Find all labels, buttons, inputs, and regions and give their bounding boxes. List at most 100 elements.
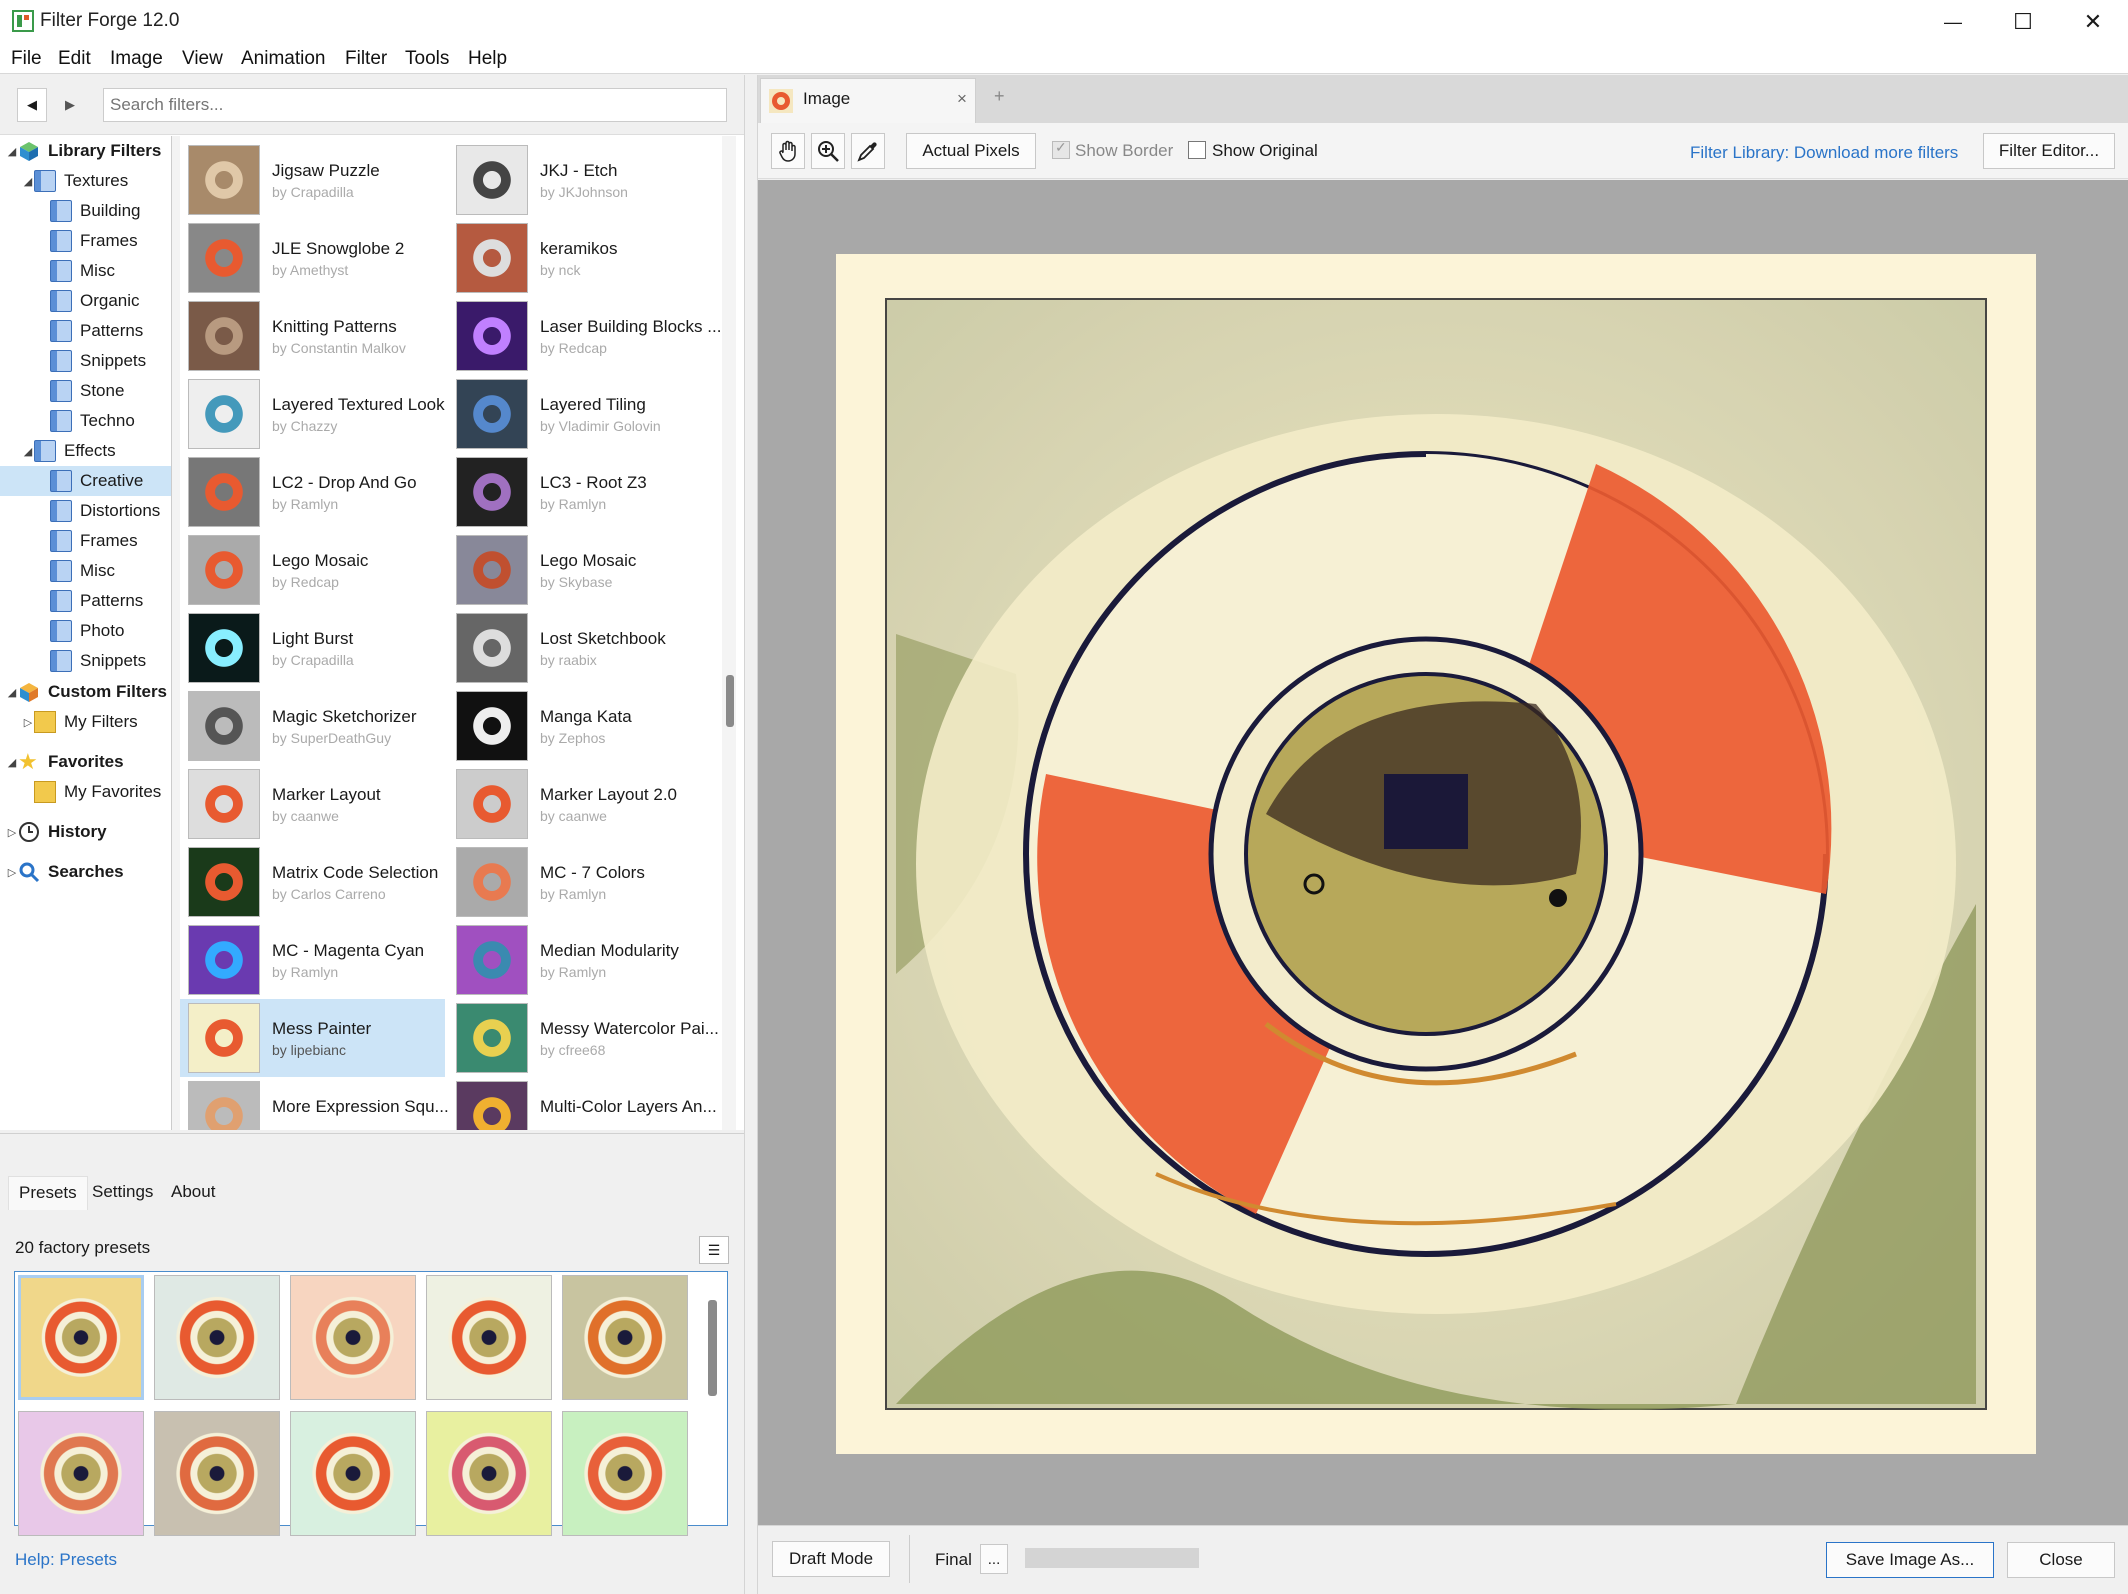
tree-item-building[interactable]: Building xyxy=(50,196,141,226)
actual-pixels-button[interactable]: Actual Pixels xyxy=(906,133,1036,169)
filter-item[interactable]: Layered Tiling by Vladimir Golovin xyxy=(448,375,713,453)
menu-image[interactable]: Image xyxy=(110,48,163,70)
search-filters-input[interactable] xyxy=(103,88,727,122)
preset-thumbnail[interactable] xyxy=(290,1275,416,1400)
collapse-arrow-icon[interactable]: ◢ xyxy=(22,445,34,458)
filter-item[interactable]: More Expression Squ... xyxy=(180,1077,449,1130)
minimize-button[interactable]: — xyxy=(1918,0,1988,44)
filter-item[interactable]: JKJ - Etch by JKJohnson xyxy=(448,141,713,219)
draft-mode-button[interactable]: Draft Mode xyxy=(772,1541,890,1577)
preview-image[interactable] xyxy=(836,254,2036,1454)
filter-item[interactable]: Multi-Color Layers An... xyxy=(448,1077,717,1130)
preset-thumbnail[interactable] xyxy=(562,1275,688,1400)
tree-history[interactable]: ▷ History xyxy=(6,817,107,847)
filter-item[interactable]: Lego Mosaic by Redcap xyxy=(180,531,445,609)
tab-settings[interactable]: Settings xyxy=(82,1176,163,1210)
filter-item[interactable]: Marker Layout by caanwe xyxy=(180,765,445,843)
collapse-arrow-icon[interactable]: ◢ xyxy=(6,756,18,769)
tab-about[interactable]: About xyxy=(161,1176,225,1210)
back-button[interactable]: ◀ xyxy=(17,88,47,122)
filter-item[interactable]: Knitting Patterns by Constantin Malkov xyxy=(180,297,445,375)
eyedropper-tool-button[interactable] xyxy=(851,133,885,169)
tree-custom-filters[interactable]: ◢ Custom Filters xyxy=(6,677,167,707)
tree-my-favorites[interactable]: My Favorites xyxy=(34,777,161,807)
tree-item-frames[interactable]: Frames xyxy=(50,226,138,256)
tree-item-misc[interactable]: Misc xyxy=(50,256,115,286)
close-button[interactable]: Close xyxy=(2007,1542,2115,1578)
filter-item[interactable]: keramikos by nck xyxy=(448,219,713,297)
preset-thumbnail[interactable] xyxy=(426,1275,552,1400)
tree-item-misc[interactable]: Misc xyxy=(50,556,115,586)
collapse-arrow-icon[interactable]: ◢ xyxy=(6,145,18,158)
tree-item-snippets[interactable]: Snippets xyxy=(50,646,146,676)
preset-thumbnail[interactable] xyxy=(154,1411,280,1536)
preset-thumbnail[interactable] xyxy=(426,1411,552,1536)
tree-item-creative[interactable]: Creative xyxy=(0,466,171,496)
menu-view[interactable]: View xyxy=(182,48,223,70)
save-image-button[interactable]: Save Image As... xyxy=(1826,1542,1994,1578)
filter-item[interactable]: Messy Watercolor Pai... by cfree68 xyxy=(448,999,719,1077)
tree-item-stone[interactable]: Stone xyxy=(50,376,124,406)
menu-edit[interactable]: Edit xyxy=(58,48,91,70)
filter-item[interactable]: LC3 - Root Z3 by Ramlyn xyxy=(448,453,713,531)
preset-menu-button[interactable]: ☰ xyxy=(699,1236,729,1264)
filter-item[interactable]: MC - Magenta Cyan by Ramlyn xyxy=(180,921,445,999)
menu-filter[interactable]: Filter xyxy=(345,48,387,70)
tree-item-frames[interactable]: Frames xyxy=(50,526,138,556)
tree-library-filters[interactable]: ◢ Library Filters xyxy=(6,136,161,166)
filter-editor-button[interactable]: Filter Editor... xyxy=(1983,133,2115,169)
collapse-arrow-icon[interactable]: ◢ xyxy=(22,175,34,188)
expand-arrow-icon[interactable]: ▷ xyxy=(22,716,34,729)
forward-button[interactable]: ▶ xyxy=(55,88,85,122)
menu-file[interactable]: File xyxy=(11,48,42,70)
filter-item[interactable]: Layered Textured Look by Chazzy xyxy=(180,375,445,453)
help-presets-link[interactable]: Help: Presets xyxy=(15,1550,117,1570)
menu-tools[interactable]: Tools xyxy=(405,48,449,70)
close-tab-icon[interactable]: × xyxy=(957,89,967,109)
filter-item[interactable]: Lego Mosaic by Skybase xyxy=(448,531,713,609)
tree-item-photo[interactable]: Photo xyxy=(50,616,124,646)
close-window-button[interactable]: ✕ xyxy=(2058,0,2128,44)
filter-item[interactable]: Matrix Code Selection by Carlos Carreno xyxy=(180,843,445,921)
filter-item[interactable]: Laser Building Blocks ... by Redcap xyxy=(448,297,720,375)
tree-my-filters[interactable]: ▷ My Filters xyxy=(22,707,138,737)
render-options-button[interactable]: ... xyxy=(980,1544,1008,1574)
menu-animation[interactable]: Animation xyxy=(241,48,326,70)
show-border-checkbox[interactable]: ✓ xyxy=(1052,139,1070,159)
panel-splitter[interactable] xyxy=(744,75,758,1594)
preset-scrollbar-thumb[interactable] xyxy=(708,1300,717,1396)
zoom-tool-button[interactable] xyxy=(811,133,845,169)
scrollbar-thumb[interactable] xyxy=(726,675,734,727)
hand-tool-button[interactable] xyxy=(771,133,805,169)
filter-item[interactable]: Mess Painter by lipebianc xyxy=(180,999,445,1077)
tree-item-organic[interactable]: Organic xyxy=(50,286,140,316)
preset-thumbnail[interactable] xyxy=(18,1411,144,1536)
filter-item[interactable]: Marker Layout 2.0 by caanwe xyxy=(448,765,713,843)
tab-presets[interactable]: Presets xyxy=(8,1176,88,1210)
preset-thumbnail[interactable] xyxy=(154,1275,280,1400)
tree-item-snippets[interactable]: Snippets xyxy=(50,346,146,376)
filter-item[interactable]: Median Modularity by Ramlyn xyxy=(448,921,713,999)
filter-item[interactable]: Lost Sketchbook by raabix xyxy=(448,609,713,687)
tree-item-patterns[interactable]: Patterns xyxy=(50,586,143,616)
maximize-button[interactable]: ☐ xyxy=(1988,0,2058,44)
filter-item[interactable]: MC - 7 Colors by Ramlyn xyxy=(448,843,713,921)
tree-grid-splitter[interactable] xyxy=(172,136,180,1130)
filter-item[interactable]: Light Burst by Crapadilla xyxy=(180,609,445,687)
filter-library-link[interactable]: Filter Library: Download more filters xyxy=(1690,143,1958,163)
filter-grid-scrollbar[interactable] xyxy=(722,136,736,1130)
preset-thumbnail[interactable] xyxy=(18,1275,144,1400)
tree-effects[interactable]: ◢ Effects xyxy=(22,436,116,466)
filter-item[interactable]: Manga Kata by Zephos xyxy=(448,687,713,765)
expand-arrow-icon[interactable]: ▷ xyxy=(6,826,18,839)
preset-thumbnail[interactable] xyxy=(290,1411,416,1536)
expand-arrow-icon[interactable]: ▷ xyxy=(6,866,18,879)
filter-item[interactable]: Jigsaw Puzzle by Crapadilla xyxy=(180,141,445,219)
tree-searches[interactable]: ▷ Searches xyxy=(6,857,124,887)
tree-favorites[interactable]: ◢ ★ Favorites xyxy=(6,747,124,777)
tree-item-patterns[interactable]: Patterns xyxy=(50,316,143,346)
tree-item-distortions[interactable]: Distortions xyxy=(50,496,160,526)
filter-item[interactable]: LC2 - Drop And Go by Ramlyn xyxy=(180,453,445,531)
show-original-checkbox[interactable] xyxy=(1188,141,1206,159)
filter-item[interactable]: JLE Snowglobe 2 by Amethyst xyxy=(180,219,445,297)
